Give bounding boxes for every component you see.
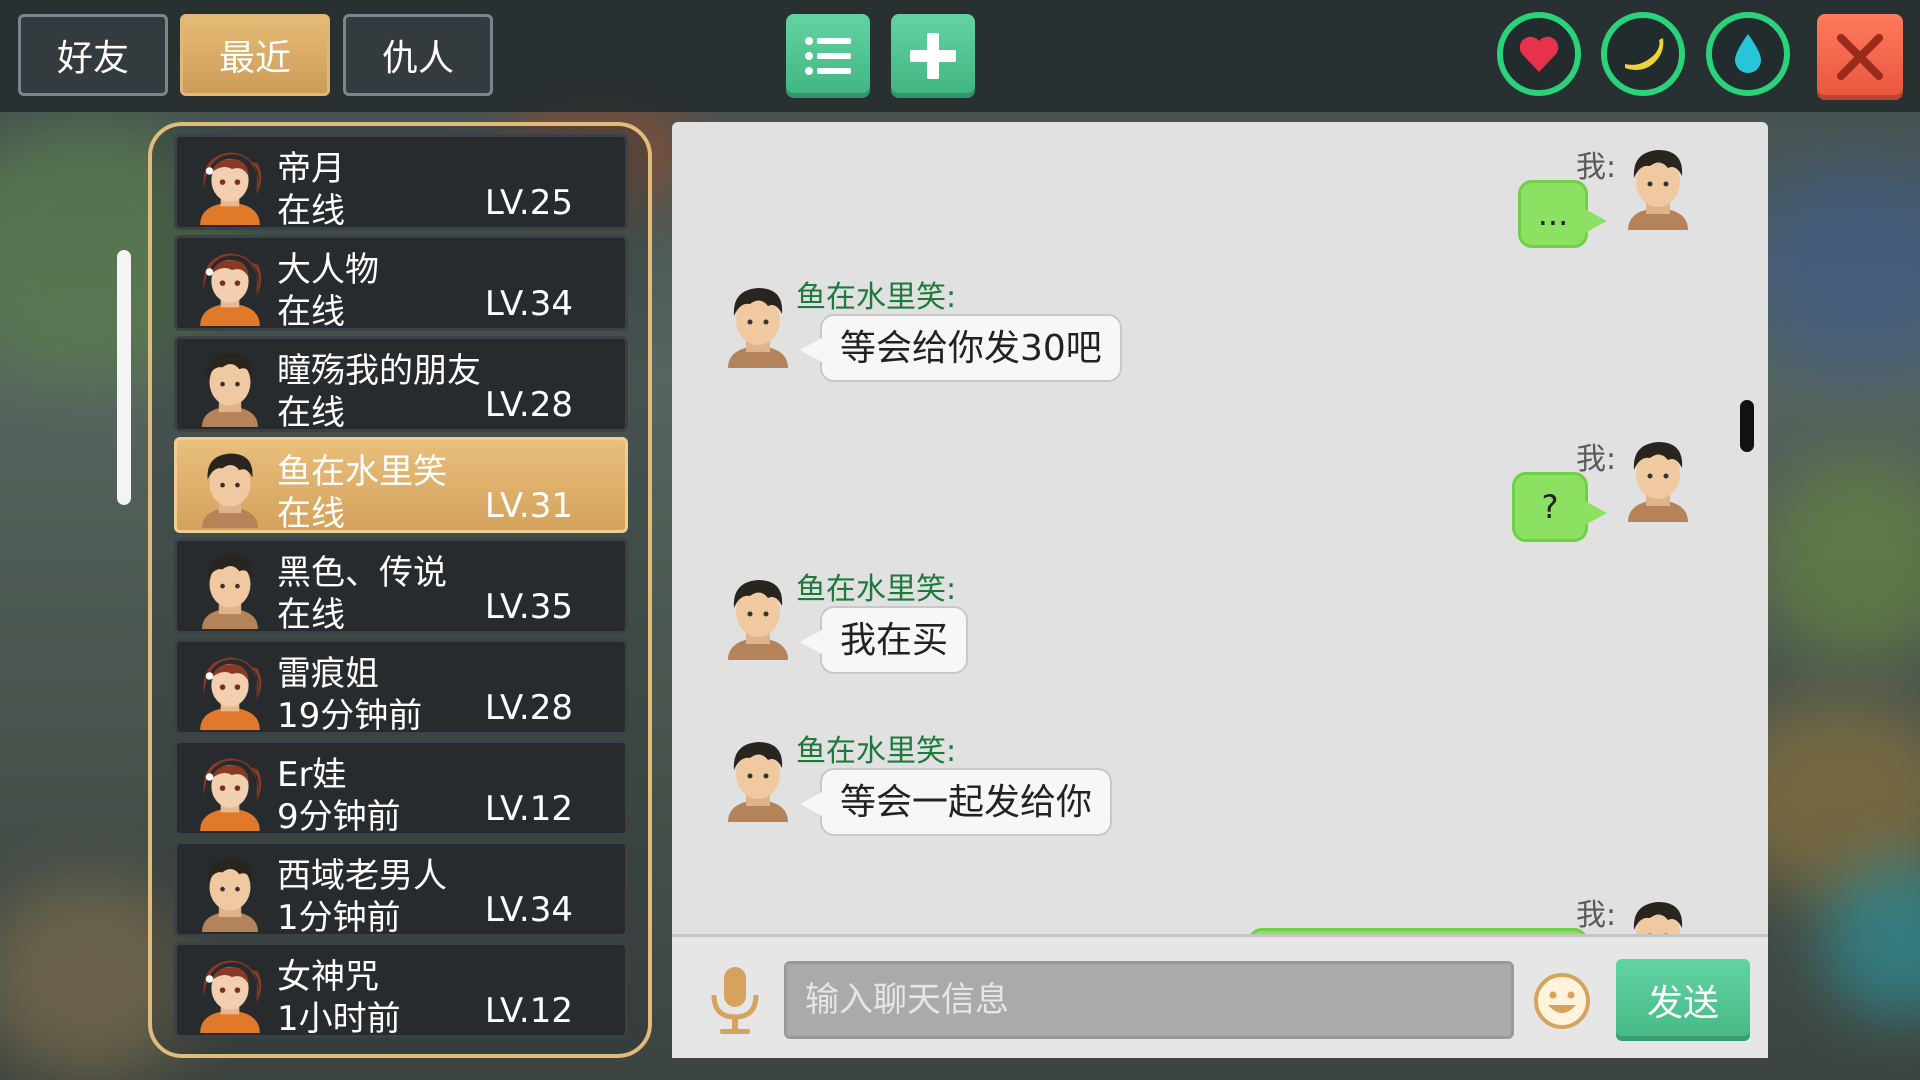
tab-recent[interactable]: 最近 [180, 14, 330, 96]
boy-avatar-icon [1628, 442, 1688, 522]
chat-messages[interactable]: 我: ... 鱼在水里笑: 等会给你发30吧 我: ? 鱼在水里笑: 我在买 鱼… [672, 122, 1768, 934]
my-avatar [1620, 434, 1696, 522]
friend-row[interactable]: 帝月 在线 LV.25 [174, 134, 628, 231]
my-name-label: 我: [1576, 442, 1617, 477]
friend-status: 在线 [277, 494, 345, 534]
friend-level: LV.35 [484, 587, 573, 627]
friend-level: LV.28 [484, 385, 573, 425]
boy-avatar-icon [189, 850, 271, 932]
close-button[interactable] [1817, 14, 1903, 100]
health-stat[interactable] [1497, 12, 1581, 96]
friend-status: 在线 [277, 191, 345, 231]
girl-avatar-icon [189, 749, 271, 831]
heart-icon [1519, 36, 1559, 72]
list-icon [805, 37, 851, 75]
friend-status: 在线 [277, 393, 345, 433]
boy-avatar-icon [728, 580, 788, 660]
friend-level: LV.31 [484, 486, 573, 526]
list-scrollbar[interactable] [117, 250, 131, 505]
my-message-bubble[interactable]: ? [1512, 472, 1607, 542]
friend-message-bubble[interactable]: 等会给你发30吧 [800, 314, 1122, 382]
friend-status: 19分钟前 [277, 696, 423, 736]
boy-avatar-icon [1628, 150, 1688, 230]
voice-button[interactable] [702, 965, 768, 1037]
friend-level: LV.34 [484, 284, 573, 324]
my-name-label: 我: [1576, 150, 1617, 185]
girl-avatar-icon [189, 648, 271, 730]
friend-avatar [720, 572, 796, 660]
plus-icon [910, 33, 956, 79]
friend-row[interactable]: 大人物 在线 LV.34 [174, 235, 628, 332]
friend-message-bubble[interactable]: 我在买 [799, 606, 969, 674]
chat-input-bar: 发送 [672, 934, 1768, 1058]
my-avatar [1620, 142, 1696, 230]
friend-row[interactable]: 西域老男人 1分钟前 LV.34 [174, 841, 628, 938]
friend-status: 1分钟前 [277, 898, 401, 938]
friend-row[interactable]: 黑色、传说 在线 LV.35 [174, 538, 628, 635]
send-button[interactable]: 发送 [1616, 959, 1750, 1041]
friend-level: LV.12 [484, 991, 573, 1031]
friend-row[interactable]: 鱼在水里笑 在线 LV.31 [174, 437, 628, 534]
tab-friends[interactable]: 好友 [18, 14, 168, 96]
water-drop-icon [1735, 34, 1761, 73]
my-message-bubble[interactable]: ... [1518, 180, 1607, 248]
microphone-icon [711, 967, 759, 1034]
friend-level: LV.12 [484, 789, 573, 829]
friend-level: LV.34 [484, 890, 573, 930]
add-friend-button[interactable] [891, 14, 975, 98]
smiley-icon [1534, 973, 1590, 1029]
chat-scrollbar[interactable] [1740, 400, 1754, 452]
girl-avatar-icon [189, 951, 271, 1033]
thirst-stat[interactable] [1706, 12, 1790, 96]
friend-message-bubble[interactable]: 等会一起发给你 [799, 768, 1113, 836]
friend-status: 在线 [277, 595, 345, 635]
friend-name-label: 鱼在水里笑: [796, 280, 957, 315]
emoji-button[interactable] [1532, 971, 1592, 1031]
friend-level: LV.25 [484, 183, 573, 223]
friend-status: 1小时前 [277, 999, 401, 1039]
close-icon [1837, 34, 1883, 80]
friend-status: 9分钟前 [277, 797, 401, 837]
friend-name-label: 鱼在水里笑: [796, 572, 957, 607]
chat-panel: 我: ... 鱼在水里笑: 等会给你发30吧 我: ? 鱼在水里笑: 我在买 鱼… [672, 122, 1768, 1058]
girl-avatar-icon [189, 143, 271, 225]
my-name-label: 我: [1576, 898, 1617, 933]
friend-row[interactable]: 雷痕姐 19分钟前 LV.28 [174, 639, 628, 736]
boy-avatar-icon [189, 345, 271, 427]
hunger-stat[interactable] [1601, 12, 1685, 96]
boy-avatar-icon [189, 547, 271, 629]
friend-level: LV.28 [484, 688, 573, 728]
friend-status: 在线 [277, 292, 345, 332]
top-bar: 好友 最近 仇人 [0, 0, 1920, 112]
friend-name-label: 鱼在水里笑: [796, 734, 957, 769]
boy-avatar-icon [728, 288, 788, 368]
tab-enemies[interactable]: 仇人 [343, 14, 493, 96]
boy-avatar-icon [728, 742, 788, 822]
girl-avatar-icon [189, 244, 271, 326]
boy-avatar-icon [1633, 902, 1683, 934]
banana-icon [1625, 38, 1664, 70]
chat-input-field[interactable] [784, 961, 1514, 1039]
my-avatar [1620, 894, 1696, 934]
friend-row[interactable]: Er娃 9分钟前 LV.12 [174, 740, 628, 837]
friend-row[interactable]: 女神咒 1小时前 LV.12 [174, 942, 628, 1039]
friend-avatar [720, 280, 796, 368]
friend-avatar [720, 734, 796, 822]
friend-row[interactable]: 瞳殇我的朋友 在线 LV.28 [174, 336, 628, 433]
list-button[interactable] [786, 14, 870, 98]
boy-avatar-icon [189, 446, 271, 528]
